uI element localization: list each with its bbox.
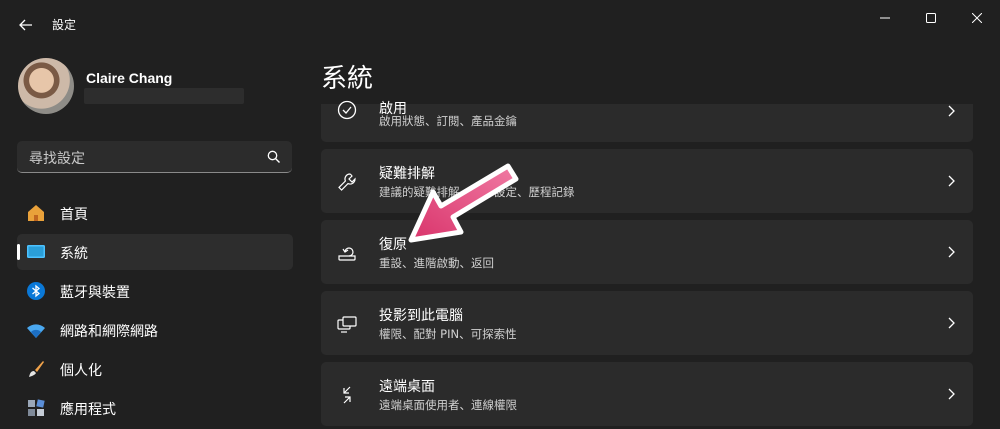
sidebar-item-label: 網路和網際網路 bbox=[60, 324, 158, 340]
settings-card-troubleshoot[interactable]: 疑難排解 建議的疑難排解、喜好設定、歷程記錄 bbox=[321, 149, 973, 213]
sidebar-item-home[interactable]: 首頁 bbox=[17, 195, 293, 231]
card-title: 投影到此電腦 bbox=[379, 308, 463, 324]
settings-card-project[interactable]: 投影到此電腦 權限、配對 PIN、可探索性 bbox=[321, 291, 973, 355]
sidebar-item-label: 個人化 bbox=[60, 363, 102, 379]
sidebar-item-apps[interactable]: 應用程式 bbox=[17, 390, 293, 426]
chevron-right-icon bbox=[948, 388, 955, 400]
minimize-icon bbox=[880, 17, 890, 19]
card-description: 重設、進階啟動、返回 bbox=[379, 256, 494, 270]
avatar[interactable] bbox=[18, 58, 74, 114]
apps-icon bbox=[28, 399, 45, 416]
back-button[interactable] bbox=[12, 12, 40, 38]
sidebar-item-personalization[interactable]: 個人化 bbox=[17, 351, 293, 387]
card-description: 遠端桌面使用者、連線權限 bbox=[379, 398, 517, 412]
title-bar: 設定 bbox=[0, 0, 1000, 48]
settings-card-recovery[interactable]: 復原 重設、進階啟動、返回 bbox=[321, 220, 973, 284]
wifi-icon bbox=[27, 324, 45, 338]
search-box[interactable]: 尋找設定 bbox=[17, 141, 292, 173]
activation-icon bbox=[337, 100, 357, 120]
card-title: 遠端桌面 bbox=[379, 379, 435, 395]
chevron-right-icon bbox=[948, 317, 955, 329]
search-input[interactable]: 尋找設定 bbox=[29, 148, 85, 168]
home-icon bbox=[28, 205, 44, 221]
minimize-button[interactable] bbox=[862, 6, 908, 30]
app-title: 設定 bbox=[52, 18, 77, 32]
settings-card-remote-desktop[interactable]: 遠端桌面 遠端桌面使用者、連線權限 bbox=[321, 362, 973, 426]
card-description: 建議的疑難排解、喜好設定、歷程記錄 bbox=[379, 185, 575, 199]
close-icon bbox=[972, 13, 982, 23]
sidebar-item-label: 系統 bbox=[60, 246, 88, 262]
system-icon bbox=[27, 245, 45, 258]
search-icon[interactable] bbox=[266, 149, 282, 165]
settings-card-activation[interactable]: 啟用 啟用狀態、訂閱、產品金鑰 bbox=[321, 100, 973, 142]
sidebar-item-label: 首頁 bbox=[60, 207, 88, 223]
close-button[interactable] bbox=[954, 6, 1000, 30]
remote-desktop-icon bbox=[343, 386, 351, 404]
card-description: 啟用狀態、訂閱、產品金鑰 bbox=[379, 114, 517, 128]
page-title: 系統 bbox=[321, 64, 374, 94]
selected-indicator bbox=[17, 244, 20, 260]
recovery-icon bbox=[338, 247, 356, 261]
card-title: 復原 bbox=[379, 237, 407, 253]
project-icon bbox=[337, 316, 357, 333]
user-email-redacted bbox=[84, 88, 244, 104]
chevron-right-icon bbox=[948, 246, 955, 258]
wrench-icon bbox=[338, 173, 356, 191]
sidebar: Claire Chang 尋找設定 首頁 系統 藍牙與裝置 網路和網際網路 個人… bbox=[0, 48, 305, 429]
chevron-right-icon bbox=[948, 175, 955, 187]
sidebar-item-network[interactable]: 網路和網際網路 bbox=[17, 312, 293, 348]
maximize-icon bbox=[926, 13, 936, 23]
brush-icon bbox=[29, 361, 44, 377]
sidebar-item-system[interactable]: 系統 bbox=[17, 234, 293, 270]
sidebar-item-label: 藍牙與裝置 bbox=[60, 285, 130, 301]
back-arrow-icon bbox=[19, 19, 32, 31]
sidebar-item-label: 應用程式 bbox=[60, 402, 116, 418]
maximize-button[interactable] bbox=[908, 6, 954, 30]
sidebar-item-bluetooth[interactable]: 藍牙與裝置 bbox=[17, 273, 293, 309]
card-title: 疑難排解 bbox=[379, 166, 435, 182]
user-name: Claire Chang bbox=[86, 70, 173, 86]
bluetooth-icon bbox=[27, 282, 45, 300]
card-description: 權限、配對 PIN、可探索性 bbox=[379, 327, 517, 341]
chevron-right-icon bbox=[948, 105, 955, 117]
